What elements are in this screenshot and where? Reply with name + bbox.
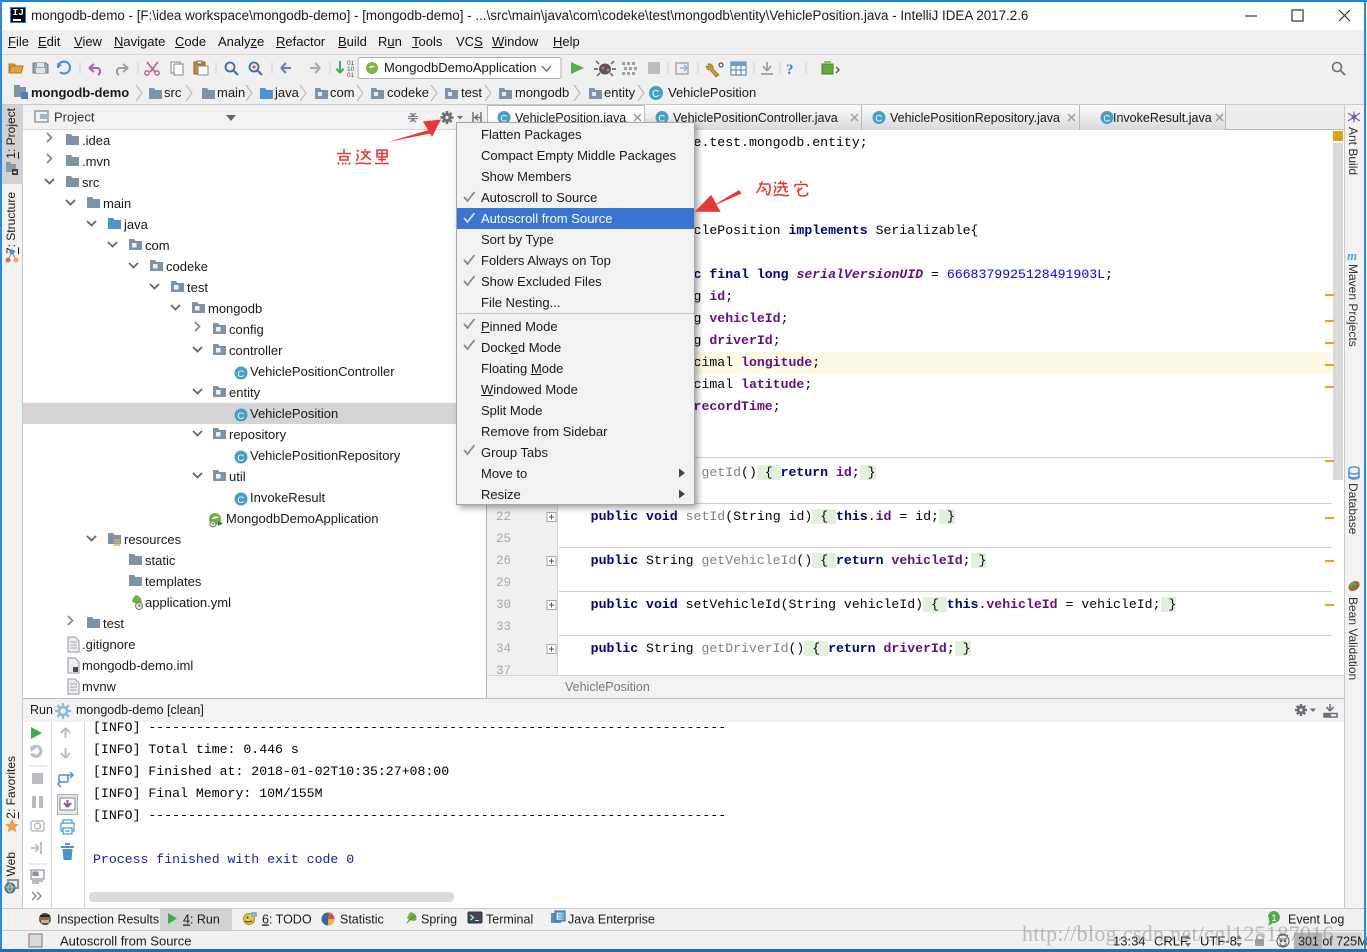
svg-text:config: config [229, 322, 264, 337]
svg-text:Statistic: Statistic [340, 913, 384, 927]
svg-text:mvnw: mvnw [82, 679, 117, 694]
svg-text:src: src [164, 85, 182, 100]
svg-text:src: src [82, 175, 100, 190]
svg-text:com: com [330, 85, 355, 100]
svg-text:m: m [1347, 248, 1357, 263]
svg-text:mongodb-demo: mongodb-demo [31, 85, 129, 100]
svg-text:java: java [123, 217, 149, 232]
svg-text:4: Run: 4: Run [183, 913, 220, 927]
svg-text:test: test [103, 616, 124, 631]
svg-text:mongodb: mongodb [208, 301, 262, 316]
svg-text:resources: resources [124, 532, 182, 547]
svg-text:util: util [229, 469, 246, 484]
svg-text:test: test [461, 85, 482, 100]
svg-text:VehiclePositionController.java: VehiclePositionController.java [673, 111, 838, 125]
svg-text:InvokeResult: InvokeResult [250, 490, 326, 505]
svg-text:templates: templates [145, 574, 202, 589]
svg-text:main: main [103, 196, 131, 211]
svg-text:E: E [557, 913, 562, 922]
svg-text:mongodb: mongodb [515, 85, 569, 100]
svg-text:controller: controller [229, 343, 283, 358]
svg-text:.idea: .idea [82, 133, 111, 148]
svg-text:java: java [274, 85, 300, 100]
svg-text:Terminal: Terminal [486, 913, 533, 927]
svg-text:mongodb-demo.iml: mongodb-demo.iml [82, 658, 193, 673]
svg-text:?: ? [786, 62, 794, 78]
svg-text:.gitignore: .gitignore [82, 637, 135, 652]
svg-text:main: main [217, 85, 245, 100]
svg-text:Java Enterprise: Java Enterprise [568, 913, 655, 927]
svg-text:com: com [145, 238, 170, 253]
svg-text:Project: Project [54, 110, 95, 125]
svg-text:application.yml: application.yml [145, 595, 231, 610]
svg-text:6: TODO: 6: TODO [262, 913, 312, 927]
svg-text:InvokeResult.java: InvokeResult.java [1113, 111, 1212, 125]
svg-text:.mvn: .mvn [82, 154, 110, 169]
svg-text:C: C [652, 89, 659, 100]
svg-text:test: test [187, 280, 208, 295]
svg-text:static: static [145, 553, 176, 568]
svg-text:Spring: Spring [421, 913, 457, 927]
svg-text:01: 01 [347, 72, 355, 79]
svg-text:C: C [875, 114, 882, 125]
svg-text:VehiclePosition: VehiclePosition [250, 406, 338, 421]
svg-text:repository: repository [229, 427, 287, 442]
svg-text:Inspection Results: Inspection Results [57, 913, 159, 927]
svg-text:entity: entity [604, 85, 636, 100]
svg-text:codeke: codeke [387, 85, 429, 100]
svg-text:VehiclePositionRepository.java: VehiclePositionRepository.java [890, 111, 1060, 125]
svg-text:MongodbDemoApplication: MongodbDemoApplication [384, 60, 536, 75]
svg-text:VehiclePosition: VehiclePosition [668, 85, 756, 100]
svg-text:MongodbDemoApplication: MongodbDemoApplication [226, 511, 378, 526]
svg-text:C: C [1103, 114, 1110, 125]
svg-text:Autoscroll from Source: Autoscroll from Source [60, 934, 192, 949]
svg-text:codeke: codeke [166, 259, 208, 274]
svg-text:VehiclePositionController: VehiclePositionController [250, 364, 395, 379]
svg-text:entity: entity [229, 385, 261, 400]
svg-text:VehiclePositionRepository: VehiclePositionRepository [250, 448, 401, 463]
